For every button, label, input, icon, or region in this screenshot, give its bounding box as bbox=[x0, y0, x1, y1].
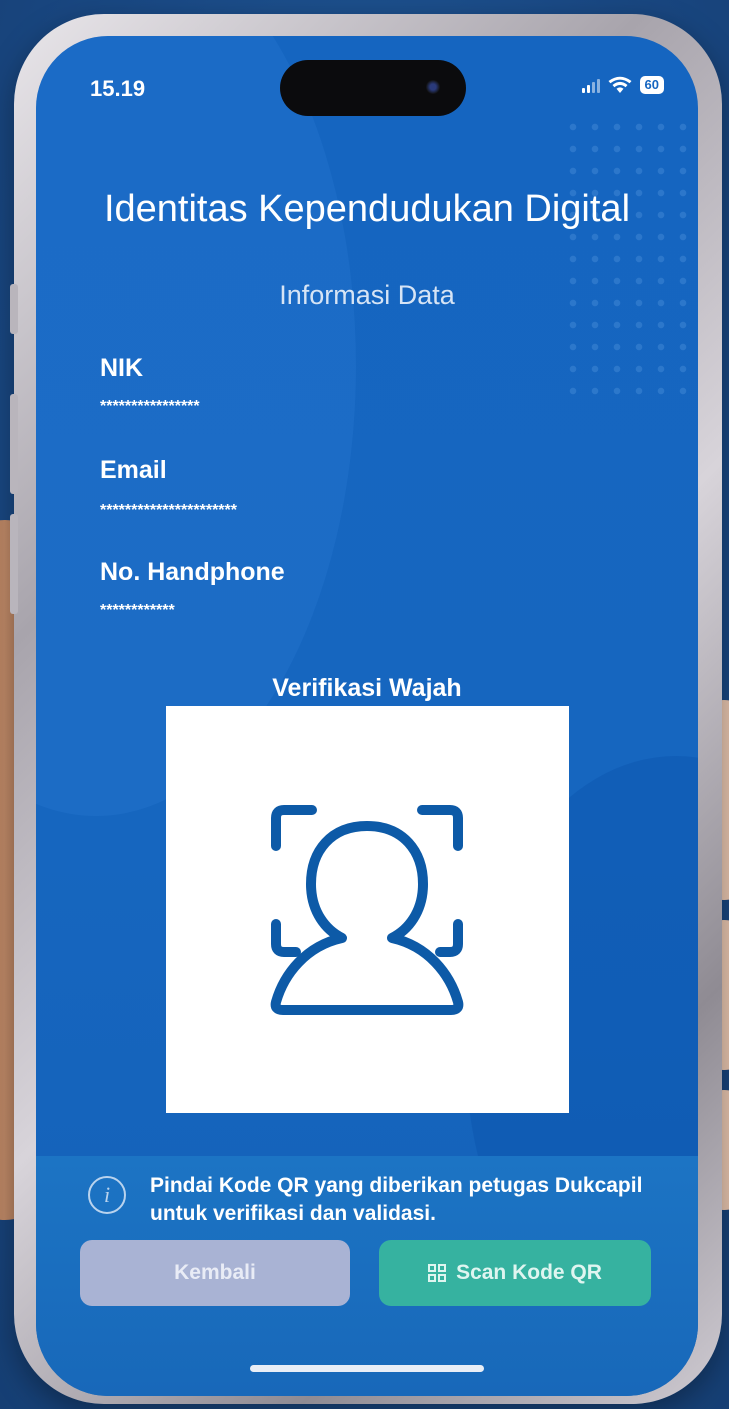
camera-icon bbox=[426, 80, 440, 94]
back-button-label: Kembali bbox=[174, 1261, 256, 1284]
page-title: Identitas Kependudukan Digital bbox=[103, 188, 631, 230]
info-icon: i bbox=[88, 1176, 126, 1214]
phone-label: No. Handphone bbox=[100, 558, 285, 586]
section-subtitle: Informasi Data bbox=[279, 280, 455, 310]
nik-label: NIK bbox=[100, 354, 144, 382]
scan-qr-button[interactable]: Scan Kode QR bbox=[379, 1240, 651, 1306]
scan-qr-button-label: Scan Kode QR bbox=[456, 1261, 602, 1284]
bottom-panel: i Pindai Kode QR yang diberikan petugas … bbox=[36, 1156, 698, 1396]
face-verification-box[interactable] bbox=[166, 706, 569, 1113]
dynamic-island bbox=[280, 60, 466, 116]
phone-value: ************ bbox=[100, 602, 175, 619]
nik-value: **************** bbox=[100, 398, 200, 415]
face-verification-title: Verifikasi Wajah bbox=[272, 674, 462, 702]
info-text: Pindai Kode QR yang diberikan petugas Du… bbox=[150, 1174, 643, 1225]
home-indicator[interactable] bbox=[250, 1365, 484, 1372]
email-value: ********************** bbox=[100, 502, 237, 519]
qr-code-icon bbox=[428, 1264, 447, 1282]
status-bar: 15.19 60 bbox=[36, 36, 698, 136]
action-button bbox=[10, 284, 18, 334]
dot-pattern bbox=[562, 116, 692, 396]
status-time: 15.19 bbox=[90, 76, 146, 101]
back-button[interactable]: Kembali bbox=[80, 1240, 350, 1306]
face-scan-icon bbox=[270, 805, 464, 1015]
wifi-icon bbox=[608, 76, 632, 93]
status-indicators: 60 bbox=[581, 76, 664, 94]
volume-up-button bbox=[10, 394, 18, 494]
email-label: Email bbox=[100, 456, 167, 484]
volume-down-button bbox=[10, 514, 18, 614]
app-screen: 15.19 60 Identitas Kependudukan Digital … bbox=[36, 36, 698, 1396]
battery-icon: 60 bbox=[639, 76, 664, 94]
signal-icon bbox=[581, 77, 600, 93]
